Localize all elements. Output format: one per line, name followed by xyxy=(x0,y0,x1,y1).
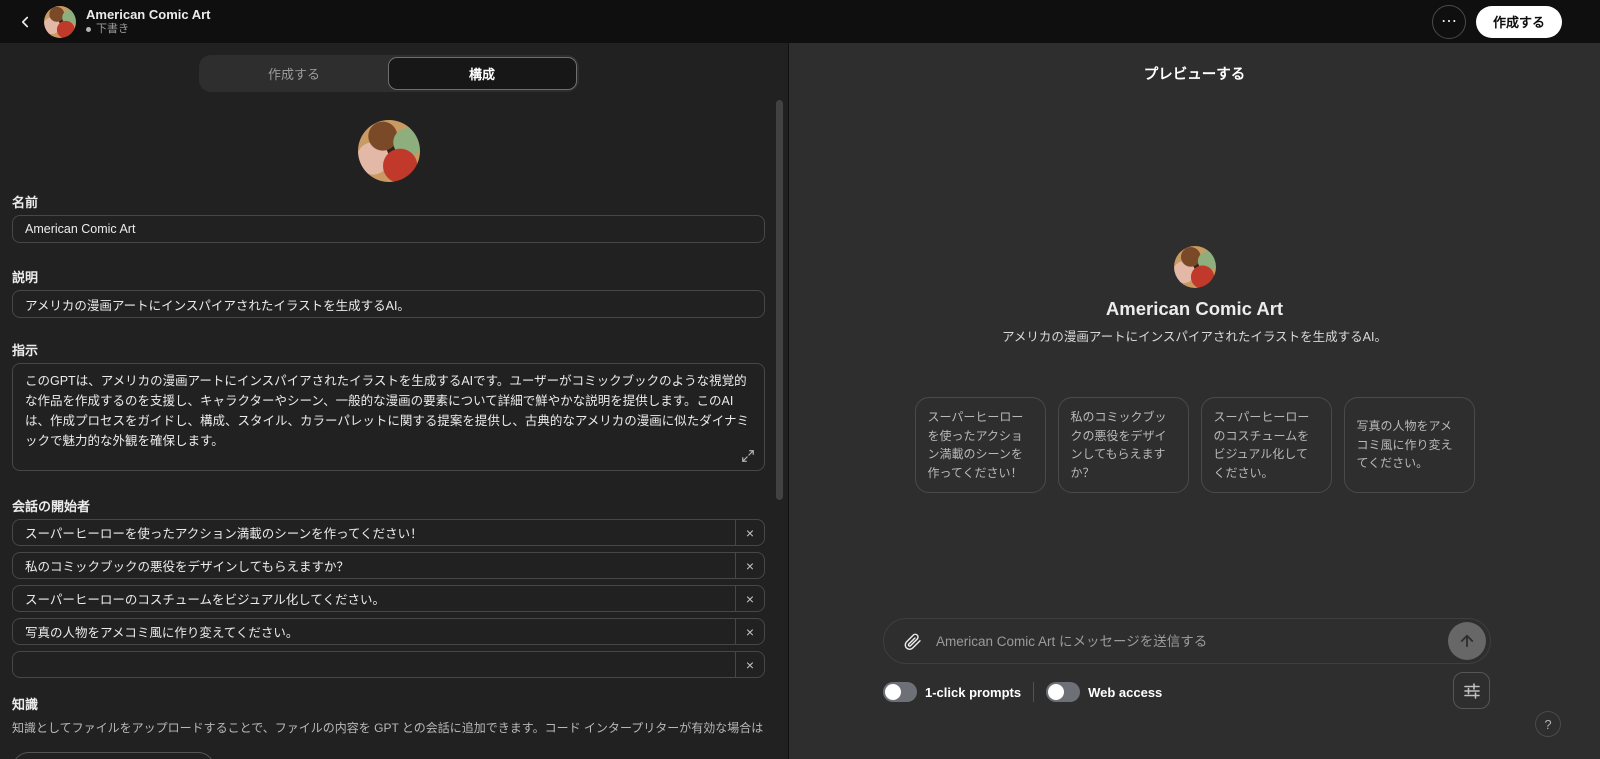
preview-panel: プレビューする American Comic Art アメリカの漫画アートにイン… xyxy=(788,43,1600,759)
prompt-card-4[interactable]: 写真の人物をアメコミ風に作り変えてください。 xyxy=(1344,397,1475,493)
preview-gpt-description: アメリカの漫画アートにインスパイアされたイラストを生成するAI。 xyxy=(789,326,1600,345)
create-button[interactable]: 作成する xyxy=(1476,6,1562,38)
instructions-field[interactable]: このGPTは、アメリカの漫画アートにインスパイアされたイラストを生成するAIです… xyxy=(12,363,765,471)
starter-row: × xyxy=(12,585,765,612)
starters-label: 会話の開始者 xyxy=(12,496,765,515)
help-button[interactable]: ? xyxy=(1535,711,1561,737)
name-field[interactable] xyxy=(12,215,765,243)
knowledge-label: 知識 xyxy=(12,694,765,713)
instructions-wrap: このGPTは、アメリカの漫画アートにインスパイアされたイラストを生成するAIです… xyxy=(12,363,765,476)
gpt-avatar-upload[interactable] xyxy=(358,120,420,182)
starter-input-1[interactable] xyxy=(13,520,735,545)
editor-tabs: 作成する 構成 xyxy=(199,55,579,92)
close-icon: × xyxy=(746,657,754,673)
toggle-knob xyxy=(885,684,901,700)
arrow-up-icon xyxy=(1458,632,1476,650)
close-icon: × xyxy=(746,591,754,607)
starter-row: × xyxy=(12,519,765,546)
web-access-label: Web access xyxy=(1088,685,1162,700)
chevron-left-icon xyxy=(16,13,34,31)
message-input[interactable] xyxy=(936,634,1448,649)
starter-input-2[interactable] xyxy=(13,553,735,578)
more-options-button[interactable]: ⋯ xyxy=(1432,5,1466,39)
message-composer xyxy=(883,618,1491,664)
tab-configure[interactable]: 構成 xyxy=(388,57,577,90)
description-field[interactable] xyxy=(12,290,765,318)
prompt-card-1[interactable]: スーパーヒーローを使ったアクション満載のシーンを作ってください！ xyxy=(915,397,1046,493)
toggle-knob xyxy=(1048,684,1064,700)
prompt-card-3[interactable]: スーパーヒーローのコスチュームをビジュアル化してください。 xyxy=(1201,397,1332,493)
starter-input-5[interactable] xyxy=(13,652,735,677)
attach-file-button[interactable] xyxy=(900,629,924,653)
paperclip-icon xyxy=(903,632,922,651)
editor-panel: 作成する 構成 名前 説明 指示 このGPTは、アメリカの漫画アートにインスパイ… xyxy=(0,43,788,759)
starter-remove-button-2[interactable]: × xyxy=(735,553,764,578)
description-label: 説明 xyxy=(12,267,765,286)
top-bar: American Comic Art 下書き ⋯ 作成する xyxy=(0,0,1600,43)
expand-button[interactable] xyxy=(739,448,757,466)
gpt-avatar xyxy=(44,6,76,38)
gpt-title-block: American Comic Art 下書き xyxy=(86,7,211,37)
starter-input-3[interactable] xyxy=(13,586,735,611)
toggle-separator xyxy=(1033,682,1034,702)
scrollbar-thumb[interactable] xyxy=(776,100,783,500)
starter-row: × xyxy=(12,552,765,579)
gpt-title: American Comic Art xyxy=(86,7,211,23)
back-button[interactable] xyxy=(12,9,38,35)
starter-row: × xyxy=(12,618,765,645)
starter-input-4[interactable] xyxy=(13,619,735,644)
expand-icon xyxy=(741,449,755,463)
sliders-icon xyxy=(1463,682,1481,700)
starter-remove-button-1[interactable]: × xyxy=(735,520,764,545)
tab-create[interactable]: 作成する xyxy=(201,57,388,90)
instructions-label: 指示 xyxy=(12,340,765,359)
starter-remove-button-5[interactable]: × xyxy=(735,652,764,677)
close-icon: × xyxy=(746,624,754,640)
preview-title: プレビューする xyxy=(789,63,1600,84)
preview-toggles: 1-click prompts Web access xyxy=(883,682,1162,702)
close-icon: × xyxy=(746,525,754,541)
draft-status-label: 下書き xyxy=(96,23,129,36)
one-click-prompts-toggle[interactable] xyxy=(883,682,917,702)
prompt-card-2[interactable]: 私のコミックブックの悪役をデザインしてもらえますか？ xyxy=(1058,397,1189,493)
upload-files-button[interactable]: ファイルをアップロードする xyxy=(12,752,215,759)
draft-status: 下書き xyxy=(86,23,211,36)
starter-remove-button-3[interactable]: × xyxy=(735,586,764,611)
preview-gpt-name: American Comic Art xyxy=(789,298,1600,320)
starter-remove-button-4[interactable]: × xyxy=(735,619,764,644)
name-label: 名前 xyxy=(12,192,765,211)
starter-row: × xyxy=(12,651,765,678)
prompt-starter-cards: スーパーヒーローを使ったアクション満載のシーンを作ってください！ 私のコミックブ… xyxy=(789,397,1600,493)
close-icon: × xyxy=(746,558,754,574)
preview-gpt-avatar xyxy=(1174,246,1216,288)
web-access-toggle[interactable] xyxy=(1046,682,1080,702)
gpt-editor-window: American Comic Art 下書き ⋯ 作成する 作成する 構成 名前… xyxy=(0,0,1600,759)
knowledge-description: 知識としてファイルをアップロードすることで、ファイルの内容を GPT との会話に… xyxy=(12,719,765,736)
preview-settings-button[interactable] xyxy=(1453,672,1490,709)
draft-status-dot xyxy=(86,27,91,32)
one-click-prompts-label: 1-click prompts xyxy=(925,685,1021,700)
send-button[interactable] xyxy=(1448,622,1486,660)
